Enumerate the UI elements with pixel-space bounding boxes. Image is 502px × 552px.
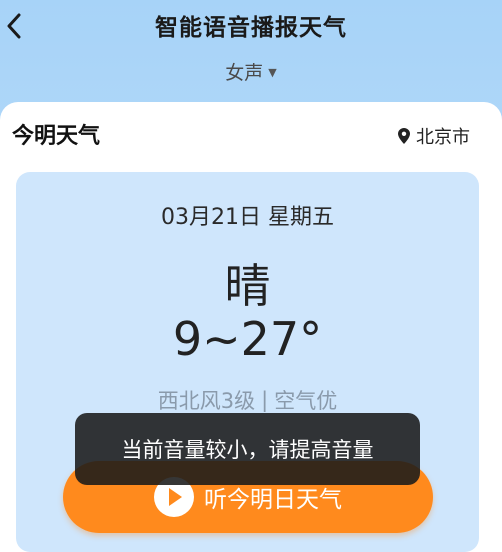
separator: |	[261, 388, 269, 412]
location-selector[interactable]: 北京市	[398, 123, 470, 149]
listen-button-label: 听今明日天气	[204, 487, 342, 513]
header: 智能语音播报天气 女声 ▼	[0, 0, 502, 100]
toast-message: 当前音量较小，请提高音量	[121, 438, 374, 462]
wind-air-line: 西北风3级 | 空气优	[16, 385, 479, 415]
wind-text: 西北风3级	[157, 389, 256, 413]
caret-down-icon: ▼	[268, 66, 277, 79]
weather-condition: 晴	[224, 259, 271, 313]
weather-date: 03月21日 星期五	[161, 205, 334, 230]
air-quality-text: 空气优	[274, 389, 338, 413]
location-pin-icon	[398, 128, 410, 144]
voice-dropdown[interactable]: 女声 ▼	[0, 58, 502, 85]
page-title: 智能语音播报天气	[155, 15, 347, 41]
volume-toast: 当前音量较小，请提高音量	[75, 413, 420, 485]
location-label: 北京市	[416, 127, 470, 148]
temperature-range: 9~27°	[172, 312, 323, 366]
voice-label: 女声	[225, 62, 264, 84]
section-title: 今明天气	[12, 124, 101, 149]
